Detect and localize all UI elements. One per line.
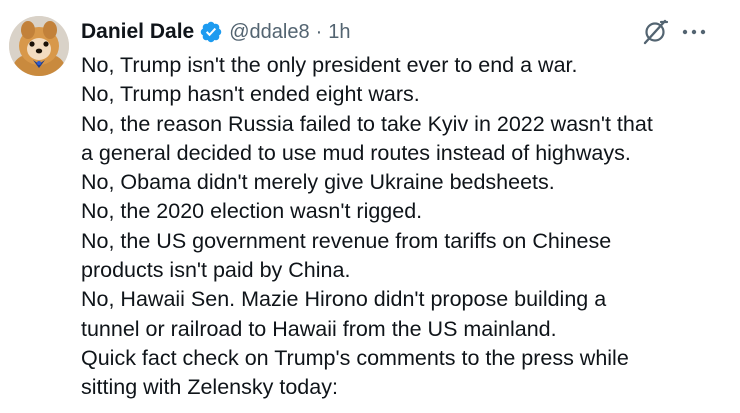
- tweet-header: Daniel Dale @ddale8 · 1h: [81, 18, 351, 46]
- tweet-text-line: products isn't paid by China.: [81, 258, 351, 283]
- author-display-name[interactable]: Daniel Dale: [81, 20, 194, 44]
- tweet-text-line: No, Trump isn't the only president ever …: [81, 53, 578, 77]
- tweet-text-line: a general decided to use mud routes inst…: [81, 140, 631, 165]
- grok-icon[interactable]: [641, 18, 669, 46]
- more-options-icon[interactable]: [681, 24, 707, 40]
- tweet-text-line: No, Trump hasn't ended eight wars.: [81, 82, 420, 107]
- tweet-text-line: No, the reason Russia failed to take Kyi…: [81, 111, 653, 136]
- tweet-text-line: Quick fact check on Trump's comments to …: [81, 345, 629, 370]
- timestamp[interactable]: 1h: [328, 21, 350, 44]
- tweet-text-line: No, the 2020 election wasn't rigged.: [81, 199, 423, 224]
- verified-badge-icon: [199, 20, 223, 44]
- tweet-text-line: No, the US government revenue from tarif…: [81, 228, 612, 253]
- tweet-text-line: No, Hawaii Sen. Mazie Hirono didn't prop…: [81, 287, 607, 312]
- avatar[interactable]: [9, 16, 69, 76]
- dog-avatar-icon: [9, 16, 69, 76]
- tweet-text-line: tunnel or railroad to Hawaii from the US…: [81, 316, 557, 341]
- tweet-text: No, Trump isn't the only president ever …: [81, 51, 731, 403]
- tweet-text-line: No, Obama didn't merely give Ukraine bed…: [81, 170, 555, 195]
- tweet-text-line: sitting with Zelensky today:: [81, 375, 338, 400]
- author-handle[interactable]: @ddale8: [229, 21, 309, 44]
- tweet: Daniel Dale @ddale8 · 1h No, Trump isn't…: [0, 0, 740, 413]
- separator-dot: ·: [315, 20, 323, 43]
